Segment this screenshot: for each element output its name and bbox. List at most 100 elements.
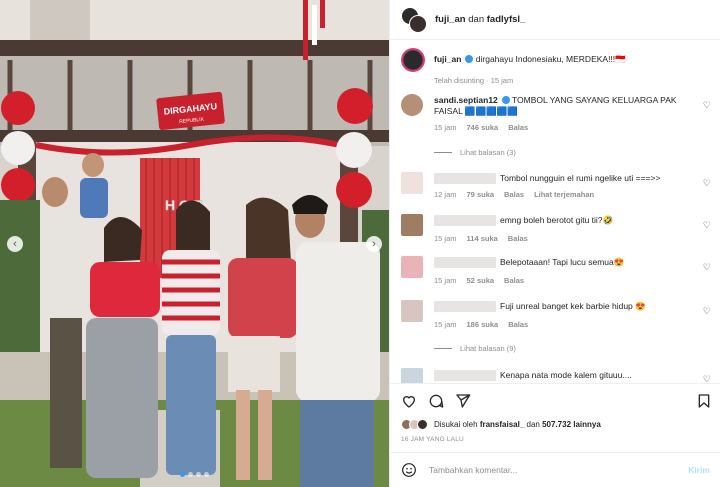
post-timestamp: 16 JAM YANG LALU — [401, 436, 464, 443]
divider — [434, 152, 452, 153]
comment-body: Fuji unreal banget kek barbie hidup 😍 — [500, 301, 646, 311]
carousel-dots — [0, 472, 389, 477]
post-header: fuji_an dan fadlyfsl_ — [390, 0, 720, 40]
caption-body: dirgahayu Indonesiaku, MERDEKA!!!🇮🇩 — [475, 54, 626, 64]
avatar — [409, 14, 427, 33]
blurred-username — [434, 370, 496, 382]
comment-text: Kenapa nata mode kalem gituuu.... — [434, 370, 695, 382]
username-link[interactable]: sandi.septian12 — [434, 95, 498, 105]
username-link[interactable]: fadlyfsl_ — [487, 14, 526, 25]
divider — [434, 348, 452, 349]
avatar[interactable] — [401, 94, 423, 116]
carousel-dot — [180, 472, 185, 477]
heart-icon[interactable] — [401, 393, 417, 409]
blurred-username — [434, 173, 496, 185]
comment-text: Fuji unreal banget kek barbie hidup 😍 — [434, 301, 695, 313]
verified-icon — [501, 96, 510, 104]
heart-icon[interactable]: ♡ — [703, 100, 711, 111]
comment-likes[interactable]: 186 suka — [467, 320, 499, 329]
comment-text: sandi.septian12 TOMBOL YANG SAYANG KELUA… — [434, 95, 695, 117]
comment-input[interactable] — [429, 465, 659, 475]
reply-button[interactable]: Balas — [504, 276, 524, 285]
photo-illustration: DIRGAHAYU REPUBLIK H O T — [0, 0, 389, 487]
edited-text: Telah disunting — [434, 76, 485, 85]
reply-button[interactable]: Balas — [504, 190, 524, 199]
comment-time: 15 jam — [434, 234, 457, 243]
view-replies-button[interactable]: Lihat balasan (3) — [434, 148, 516, 157]
comment-time: 15 jam — [434, 320, 457, 329]
avatar[interactable] — [401, 256, 423, 278]
post-actions: Disukai oleh fransfaisal_ dan 507.732 la… — [390, 383, 720, 458]
comment: emng boleh berotot gitu tii?🤣 15 jam 114… — [390, 212, 720, 246]
heart-icon[interactable]: ♡ — [703, 374, 711, 383]
caption-time: 15 jam — [490, 76, 514, 85]
view-replies-label: Lihat balasan (3) — [460, 148, 516, 157]
username-link[interactable]: fuji_an — [435, 14, 466, 25]
reply-button[interactable]: Balas — [508, 234, 528, 243]
view-replies-label: Lihat balasan (9) — [460, 344, 516, 353]
comment-composer: Kirim — [390, 452, 720, 487]
comment-text: Tombol nungguin el rumi ngelike uti ===>… — [434, 173, 695, 185]
post-photo[interactable]: DIRGAHAYU REPUBLIK H O T — [0, 0, 389, 487]
comment-body: emng boleh berotot gitu tii?🤣 — [500, 215, 614, 225]
username-link[interactable]: fransfaisal_ — [480, 420, 524, 429]
collab-avatars[interactable] — [401, 6, 427, 33]
comment: Fuji unreal banget kek barbie hidup 😍 15… — [390, 298, 720, 358]
likes-prefix: Disukai oleh — [434, 420, 478, 429]
comment-likes[interactable]: 79 suka — [467, 190, 495, 199]
edited-label: Telah disunting · 15 jam — [434, 76, 514, 85]
avatar[interactable] — [401, 368, 423, 383]
verified-icon — [465, 55, 474, 63]
view-replies-button[interactable]: Lihat balasan (9) — [434, 344, 516, 353]
comment-body: Tombol nungguin el rumi ngelike uti ===>… — [500, 173, 661, 183]
avatar[interactable] — [401, 172, 423, 194]
comment-meta: 15 jam 114 suka Balas — [434, 234, 528, 243]
likes-count[interactable]: 507.732 lainnya — [542, 420, 601, 429]
comment-body: Kenapa nata mode kalem gituuu.... — [500, 370, 632, 380]
comment-meta: 15 jam 746 suka Balas — [434, 123, 528, 132]
comment-icon[interactable] — [428, 393, 444, 409]
avatar[interactable] — [401, 300, 423, 322]
avatar[interactable] — [401, 48, 425, 72]
translate-button[interactable]: Lihat terjemahan — [534, 190, 594, 199]
bookmark-icon[interactable] — [696, 393, 712, 409]
emoji-icon[interactable] — [401, 462, 417, 478]
caption-text: fuji_an dirgahayu Indonesiaku, MERDEKA!!… — [434, 54, 695, 65]
reply-button[interactable]: Balas — [508, 320, 528, 329]
comment-likes[interactable]: 114 suka — [467, 234, 498, 243]
comment: Tombol nungguin el rumi ngelike uti ===>… — [390, 170, 720, 204]
username-link[interactable]: fuji_an — [434, 54, 461, 64]
header-joiner: dan — [468, 14, 485, 25]
comment-likes[interactable]: 746 suka — [467, 123, 499, 132]
caption: fuji_an dirgahayu Indonesiaku, MERDEKA!!… — [390, 48, 720, 90]
post-details-panel: fuji_an dan fadlyfsl_ fuji_an dirgahayu … — [389, 0, 720, 487]
comment-text: Belepotaaan! Tapi lucu semua😍 — [434, 257, 695, 269]
heart-icon[interactable]: ♡ — [703, 178, 711, 189]
caption-meta: Telah disunting · 15 jam — [434, 76, 513, 85]
chevron-left-icon[interactable]: ‹ — [7, 236, 23, 252]
carousel-dot — [188, 472, 193, 477]
comment-likes[interactable]: 52 suka — [467, 276, 495, 285]
comment-meta: 15 jam 52 suka Balas — [434, 276, 524, 285]
comment-time: 12 jam — [434, 190, 457, 199]
comment-body: Belepotaaan! Tapi lucu semua😍 — [500, 257, 625, 267]
chevron-right-icon[interactable]: › — [366, 236, 382, 252]
likes-summary[interactable]: Disukai oleh fransfaisal_ dan 507.732 la… — [401, 419, 601, 430]
likes-joiner: dan — [526, 420, 540, 429]
comment-time: 15 jam — [434, 276, 457, 285]
comment: sandi.septian12 TOMBOL YANG SAYANG KELUA… — [390, 92, 720, 162]
heart-icon[interactable]: ♡ — [703, 220, 711, 231]
avatar[interactable] — [401, 214, 423, 236]
reply-button[interactable]: Balas — [508, 123, 528, 132]
share-icon[interactable] — [455, 393, 471, 409]
comment-meta: 15 jam 186 suka Balas — [434, 320, 528, 329]
comment: Belepotaaan! Tapi lucu semua😍 15 jam 52 … — [390, 254, 720, 288]
heart-icon[interactable]: ♡ — [703, 306, 711, 317]
heart-icon[interactable]: ♡ — [703, 262, 711, 273]
comments-list[interactable]: fuji_an dirgahayu Indonesiaku, MERDEKA!!… — [390, 40, 720, 383]
comment-text: emng boleh berotot gitu tii?🤣 — [434, 215, 695, 227]
comment: Kenapa nata mode kalem gituuu.... ♡ — [390, 366, 720, 383]
carousel-dot — [204, 472, 209, 477]
post-comment-button[interactable]: Kirim — [688, 465, 710, 475]
carousel-dot — [196, 472, 201, 477]
